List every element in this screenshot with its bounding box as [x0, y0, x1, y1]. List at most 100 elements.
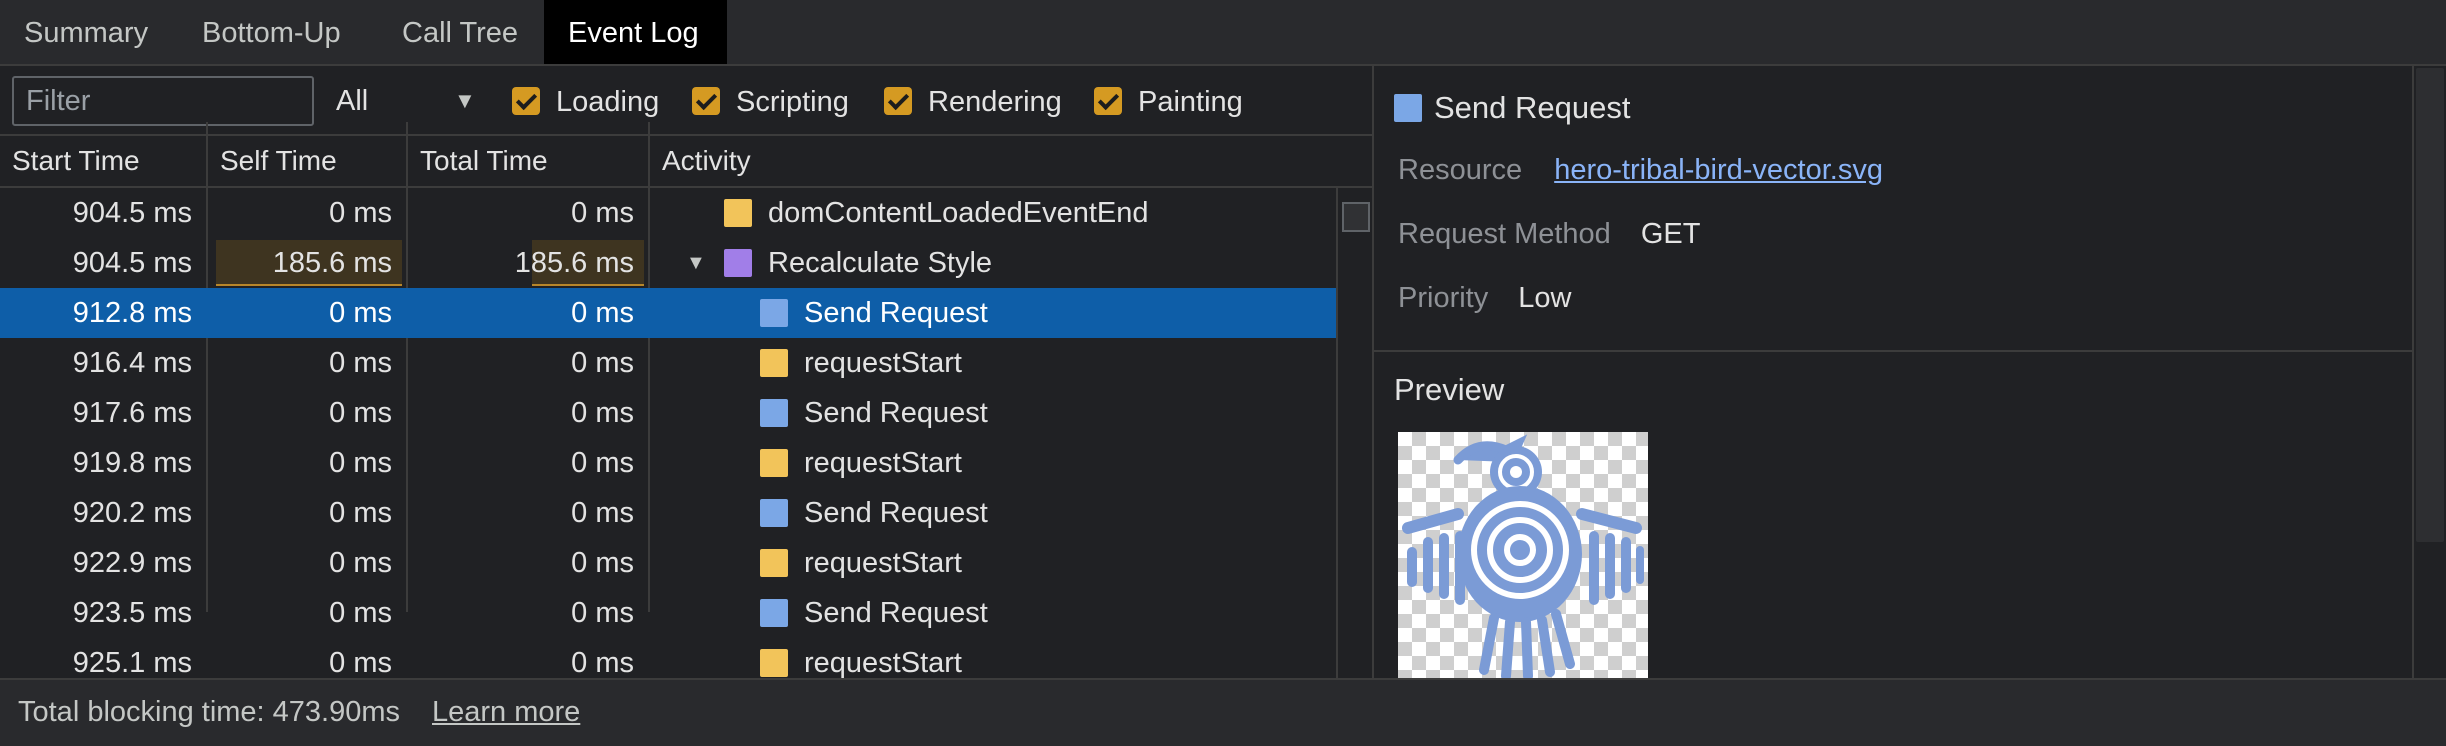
- loading-category-icon: [760, 449, 788, 477]
- tab-bar: Summary Bottom-Up Call Tree Event Log: [0, 0, 2446, 66]
- priority-row: Priority Low: [1398, 278, 1572, 318]
- loading-category-icon: [760, 499, 788, 527]
- activity-name: Send Request: [804, 497, 988, 529]
- table-row[interactable]: 922.9 ms 0 ms 0 ms requestStart: [0, 538, 1336, 588]
- total-time-cell: 0 ms: [571, 647, 634, 678]
- resource-label: Resource: [1398, 154, 1523, 186]
- learn-more-link[interactable]: Learn more: [432, 680, 580, 744]
- checkbox-label: Rendering: [928, 86, 1062, 118]
- activity-name: Send Request: [804, 397, 988, 429]
- column-header-activity[interactable]: Activity: [650, 136, 1372, 186]
- filter-input[interactable]: [12, 76, 314, 126]
- total-time-cell: 0 ms: [571, 547, 634, 579]
- loading-category-icon: [760, 649, 788, 677]
- start-time-cell: 919.8 ms: [72, 447, 192, 479]
- total-time-cell: 0 ms: [571, 497, 634, 529]
- start-time-cell: 904.5 ms: [72, 197, 192, 229]
- tribal-bird-image: [1402, 434, 1644, 678]
- total-time-cell: 0 ms: [571, 597, 634, 629]
- event-rows: 904.5 ms 0 ms 0 ms domContentLoadedEvent…: [0, 188, 1336, 678]
- self-time-cell: 0 ms: [329, 297, 392, 329]
- expand-triangle-icon[interactable]: ▼: [686, 238, 706, 288]
- activity-name: Send Request: [804, 597, 988, 629]
- checkbox-checked-icon: [512, 87, 540, 115]
- table-row[interactable]: 925.1 ms 0 ms 0 ms requestStart: [0, 638, 1336, 678]
- scripting-checkbox[interactable]: Scripting: [692, 84, 862, 120]
- table-row[interactable]: 904.5 ms 185.6 ms 185.6 ms ▼ Recalculate…: [0, 238, 1336, 288]
- table-row[interactable]: 923.5 ms 0 ms 0 ms Send Request: [0, 588, 1336, 638]
- total-time-cell: 0 ms: [571, 297, 634, 329]
- loading-category-icon: [1394, 94, 1422, 122]
- tab-summary[interactable]: Summary: [0, 0, 172, 64]
- column-header-start-time[interactable]: Start Time: [0, 136, 208, 186]
- table-row[interactable]: 904.5 ms 0 ms 0 ms domContentLoadedEvent…: [0, 188, 1336, 238]
- section-divider: [1374, 350, 2412, 352]
- table-row[interactable]: 917.6 ms 0 ms 0 ms Send Request: [0, 388, 1336, 438]
- self-time-cell: 0 ms: [329, 447, 392, 479]
- total-time-cell: 185.6 ms: [514, 247, 634, 279]
- category-select-value: All: [336, 85, 369, 117]
- preview-image: [1398, 432, 1648, 678]
- start-time-cell: 922.9 ms: [72, 547, 192, 579]
- table-scrollbar[interactable]: [1336, 188, 1372, 678]
- painting-checkbox[interactable]: Painting: [1094, 84, 1264, 120]
- details-scrollbar[interactable]: [2412, 66, 2446, 678]
- activity-name: requestStart: [804, 647, 962, 678]
- column-header-self-time[interactable]: Self Time: [208, 136, 408, 186]
- self-time-cell: 0 ms: [329, 597, 392, 629]
- status-footer: Total blocking time: 473.90ms Learn more: [0, 678, 2446, 746]
- activity-name: Recalculate Style: [768, 247, 993, 279]
- table-row[interactable]: 919.8 ms 0 ms 0 ms requestStart: [0, 438, 1336, 488]
- start-time-cell: 920.2 ms: [72, 497, 192, 529]
- self-time-cell: 0 ms: [329, 347, 392, 379]
- activity-name: domContentLoadedEventEnd: [768, 197, 1149, 229]
- scrollbar-thumb[interactable]: [2416, 68, 2444, 542]
- tab-call-tree[interactable]: Call Tree: [378, 0, 542, 64]
- loading-checkbox[interactable]: Loading: [512, 84, 682, 120]
- table-row-selected[interactable]: 912.8 ms 0 ms 0 ms Send Request: [0, 288, 1336, 338]
- tab-bottom-up[interactable]: Bottom-Up: [178, 0, 365, 64]
- tab-event-log[interactable]: Event Log: [544, 0, 727, 64]
- loading-category-icon: [760, 399, 788, 427]
- category-select[interactable]: All ▼: [336, 76, 486, 126]
- resource-link[interactable]: hero-tribal-bird-vector.svg: [1554, 154, 1883, 186]
- activity-name: Send Request: [804, 297, 988, 329]
- column-header-total-time[interactable]: Total Time: [408, 136, 650, 186]
- loading-category-icon: [760, 349, 788, 377]
- total-time-cell: 0 ms: [571, 397, 634, 429]
- request-method-label: Request Method: [1398, 218, 1611, 250]
- loading-category-icon: [760, 599, 788, 627]
- request-method-value: GET: [1640, 218, 1701, 250]
- resource-row: Resource hero-tribal-bird-vector.svg: [1398, 150, 1883, 190]
- start-time-cell: 925.1 ms: [72, 647, 192, 678]
- rendering-checkbox[interactable]: Rendering: [884, 84, 1074, 120]
- activity-name: requestStart: [804, 547, 962, 579]
- priority-value: Low: [1518, 282, 1572, 314]
- checkbox-checked-icon: [884, 87, 912, 115]
- start-time-cell: 912.8 ms: [72, 297, 192, 329]
- priority-label: Priority: [1398, 282, 1489, 314]
- self-time-cell: 0 ms: [329, 547, 392, 579]
- loading-category-icon: [724, 199, 752, 227]
- self-time-cell: 0 ms: [329, 647, 392, 678]
- self-time-cell: 185.6 ms: [272, 247, 392, 279]
- scrollbar-thumb[interactable]: [1342, 202, 1370, 232]
- checkbox-label: Loading: [556, 86, 660, 118]
- activity-name: requestStart: [804, 447, 962, 479]
- checkbox-checked-icon: [692, 87, 720, 115]
- preview-heading: Preview: [1394, 372, 1505, 407]
- table-row[interactable]: 916.4 ms 0 ms 0 ms requestStart: [0, 338, 1336, 388]
- table-row[interactable]: 920.2 ms 0 ms 0 ms Send Request: [0, 488, 1336, 538]
- checkbox-label: Scripting: [736, 86, 849, 118]
- loading-category-icon: [760, 549, 788, 577]
- self-time-cell: 0 ms: [329, 497, 392, 529]
- total-time-cell: 0 ms: [571, 347, 634, 379]
- start-time-cell: 923.5 ms: [72, 597, 192, 629]
- checkbox-checked-icon: [1094, 87, 1122, 115]
- total-blocking-time: Total blocking time: 473.90ms: [18, 696, 401, 728]
- self-time-cell: 0 ms: [329, 197, 392, 229]
- total-time-cell: 0 ms: [571, 197, 634, 229]
- start-time-cell: 916.4 ms: [72, 347, 192, 379]
- total-time-cell: 0 ms: [571, 447, 634, 479]
- chevron-down-icon: ▼: [454, 88, 476, 113]
